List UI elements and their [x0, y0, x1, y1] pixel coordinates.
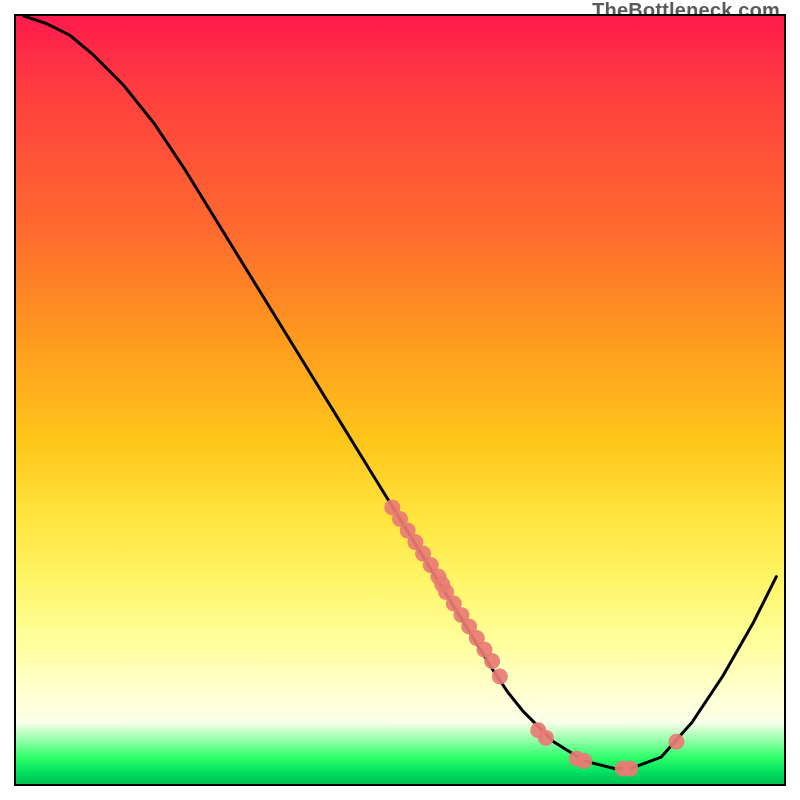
marker-layer — [384, 500, 684, 777]
data-point — [669, 734, 685, 750]
data-point — [538, 730, 554, 746]
data-point — [622, 761, 638, 777]
data-point — [492, 669, 508, 685]
data-point — [576, 753, 592, 769]
curve-path — [24, 16, 777, 769]
curve-layer — [24, 16, 777, 769]
data-point — [484, 653, 500, 669]
plot-area — [14, 14, 786, 786]
chart-container: TheBottleneck.com — [0, 0, 800, 800]
plot-svg — [16, 16, 784, 784]
